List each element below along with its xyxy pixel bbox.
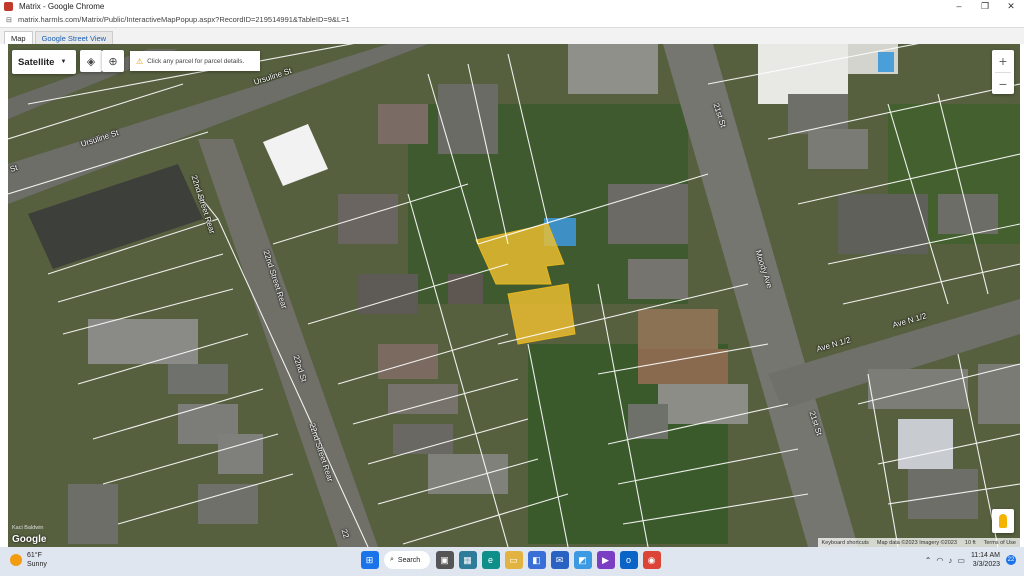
google-logo: Google (12, 534, 47, 545)
street-view-pegman[interactable] (992, 509, 1014, 533)
notification-badge[interactable]: 22 (1006, 555, 1016, 565)
taskbar-search[interactable]: ⌕ Search (384, 551, 430, 569)
window-controls: – ❐ ✕ (946, 0, 1024, 12)
chevron-down-icon: ▼ (60, 59, 67, 65)
map-type-dropdown[interactable]: Satellite ▼ (12, 50, 76, 74)
weather-widget[interactable]: 61°F Sunny (10, 551, 47, 569)
chrome-icon[interactable]: ◉ (642, 551, 661, 569)
wifi-icon[interactable]: ◠ (936, 556, 943, 565)
close-button[interactable]: ✕ (998, 0, 1024, 12)
search-label: Search (397, 556, 421, 564)
parcel-notice-text: Click any parcel for parcel details. (147, 57, 245, 65)
file-explorer-icon[interactable]: ▭ (504, 551, 523, 569)
outlook-icon[interactable]: o (619, 551, 638, 569)
taskbar-apps: ⊞ ⌕ Search ▣ ▦ e ▭ ◧ ✉ ◩ ▶ o ◉ (358, 551, 663, 569)
parcel-notice: ⚠ Click any parcel for parcel details. (130, 51, 260, 71)
clock[interactable]: 11:14 AM 3/3/2023 (971, 551, 1000, 569)
windows-taskbar: 61°F Sunny ⊞ ⌕ Search ▣ ▦ e ▭ ◧ ✉ ◩ ▶ o … (0, 547, 1024, 576)
map-imagery (8, 44, 1020, 547)
weather-temp: 61°F (27, 552, 42, 559)
search-icon: ⌕ (390, 556, 394, 563)
mail-icon[interactable]: ✉ (550, 551, 569, 569)
battery-icon[interactable]: ▭ (957, 556, 965, 565)
tab-map[interactable]: Map (4, 31, 33, 44)
pegman-icon (999, 514, 1007, 528)
map-overlay-text: Kaci Baldwin (12, 525, 44, 531)
zoom-out-button[interactable]: − (992, 73, 1014, 95)
map-type-label: Satellite (18, 56, 55, 68)
minimize-button[interactable]: – (946, 0, 972, 12)
window-title: Matrix - Google Chrome (19, 1, 105, 11)
address-bar[interactable]: ⊟ matrix.harmls.com/Matrix/Public/Intera… (0, 12, 1024, 28)
map-attribution: Keyboard shortcuts Map data ©2023 Imager… (817, 538, 1020, 547)
satellite-map[interactable]: Ursuline St Ursuline St St 22nd Street R… (8, 44, 1020, 547)
start-button[interactable]: ⊞ (360, 551, 379, 569)
matrix-favicon-icon (4, 1, 13, 11)
chevron-up-icon[interactable]: ⌃ (925, 556, 932, 565)
store-icon[interactable]: ◧ (527, 551, 546, 569)
title-bar: Matrix - Google Chrome – ❐ ✕ (0, 0, 1024, 12)
map-tabs: Map Google Street View (0, 28, 1024, 44)
clock-date: 3/3/2023 (972, 561, 1000, 568)
highlighted-parcel-south (507, 283, 576, 345)
sun-icon (10, 554, 22, 566)
crosshair-icon: ⊕ (108, 55, 118, 68)
scale-label[interactable]: 10 ft (961, 540, 980, 546)
media-player-icon[interactable]: ▶ (596, 551, 615, 569)
keyboard-shortcuts-link[interactable]: Keyboard shortcuts (818, 540, 873, 546)
widgets-icon[interactable]: ▦ (458, 551, 477, 569)
layers-button[interactable]: ◈ (80, 50, 102, 72)
url-text[interactable]: matrix.harmls.com/Matrix/Public/Interact… (18, 15, 350, 24)
volume-icon[interactable]: ♪ (948, 556, 952, 565)
edge-icon[interactable]: e (481, 551, 500, 569)
restore-button[interactable]: ❐ (972, 0, 998, 12)
warning-icon: ⚠ (136, 56, 144, 66)
layers-icon: ◈ (86, 55, 96, 68)
photos-icon[interactable]: ◩ (573, 551, 592, 569)
task-view-icon[interactable]: ▣ (435, 551, 454, 569)
clock-time: 11:14 AM (970, 552, 1000, 559)
terms-link[interactable]: Terms of Use (980, 540, 1020, 546)
system-tray: ⌃ ◠ ♪ ▭ 11:14 AM 3/3/2023 22 (920, 551, 1016, 569)
locate-button[interactable]: ⊕ (102, 50, 124, 72)
map-data-text: Map data ©2023 Imagery ©2023 (876, 539, 957, 546)
tab-google-street-view[interactable]: Google Street View (34, 31, 114, 44)
weather-desc: Sunny (27, 561, 47, 568)
zoom-in-button[interactable]: + (992, 50, 1014, 72)
zoom-control: + − (992, 50, 1014, 94)
site-info-icon[interactable]: ⊟ (6, 16, 14, 24)
